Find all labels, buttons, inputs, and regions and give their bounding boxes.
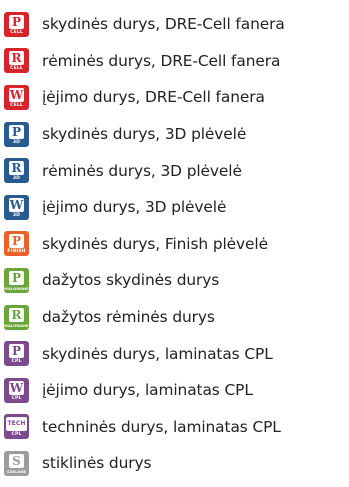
legend-item: W 3D įėjimo durys, 3D plėvelė (4, 189, 347, 226)
badge-letter: P (9, 234, 24, 249)
badge-caption: 3D (12, 176, 21, 182)
badge-caption: FINISH (7, 249, 26, 255)
badge-letter: R (9, 161, 24, 176)
legend-item-label: skydinės durys, laminatas CPL (42, 344, 273, 363)
legend-item-label: techninės durys, laminatas CPL (42, 417, 281, 436)
cpl-entrance-door-icon: W CPL (4, 377, 29, 403)
badge-letter: R (9, 51, 24, 66)
badge-caption: CPL (11, 359, 22, 365)
badge-caption: SZKLANE (6, 469, 27, 474)
legend-item: P 3D skydinės durys, 3D plėvelė (4, 116, 347, 153)
legend-item: P FINISH skydinės durys, Finish plėvelė (4, 226, 347, 263)
legend-item-label: įėjimo durys, DRE-Cell fanera (42, 88, 265, 107)
legend-item-label: įėjimo durys, 3D plėvelė (42, 198, 227, 217)
badge-letter: P (9, 344, 24, 359)
legend-item-label: skydinės durys, DRE-Cell fanera (42, 15, 285, 34)
legend-item: R MALOWANE dažytos rėminės durys (4, 299, 347, 336)
badge-letter: W (9, 87, 24, 102)
legend-item-label: rėminės durys, DRE-Cell fanera (42, 51, 281, 70)
finish-panel-door-icon: P FINISH (4, 231, 29, 257)
cell-entrance-door-icon: W CELL (4, 84, 29, 110)
legend-item-label: rėminės durys, 3D plėvelė (42, 161, 242, 180)
badge-letter: S (9, 453, 24, 468)
painted-frame-door-icon: R MALOWANE (4, 304, 29, 330)
badge-caption: MALOWANE (4, 323, 29, 328)
legend-item: P CELL skydinės durys, DRE-Cell fanera (4, 6, 347, 43)
badge-letter: R (9, 307, 24, 322)
legend-item-label: dažytos rėminės durys (42, 308, 215, 327)
cpl-panel-door-icon: P CPL (4, 341, 29, 367)
3d-panel-door-icon: P 3D (4, 121, 29, 147)
cell-frame-door-icon: R CELL (4, 48, 29, 74)
legend-item-label: dažytos skydinės durys (42, 271, 220, 290)
legend-item: W CPL įėjimo durys, laminatas CPL (4, 372, 347, 409)
badge-caption: 3D (12, 139, 21, 145)
3d-entrance-door-icon: W 3D (4, 194, 29, 220)
badge-letter: W (9, 197, 24, 212)
painted-panel-door-icon: P MALOWANE (4, 267, 29, 293)
legend-item: R CELL rėminės durys, DRE-Cell fanera (4, 43, 347, 80)
badge-letter: W (9, 380, 24, 395)
legend-item: P MALOWANE dažytos skydinės durys (4, 262, 347, 299)
legend-item-label: skydinės durys, Finish plėvelė (42, 234, 268, 253)
legend-item: S SZKLANE stiklinės durys (4, 445, 347, 482)
badge-caption: 3D (12, 212, 21, 218)
badge-caption: MALOWANE (4, 286, 29, 291)
legend-item-label: skydinės durys, 3D plėvelė (42, 125, 247, 144)
cell-panel-door-icon: P CELL (4, 11, 29, 37)
badge-caption: CPL (11, 395, 22, 401)
badge-letter: P (9, 14, 24, 29)
badge-letter: P (9, 270, 24, 285)
badge-letter: TECH (6, 417, 27, 432)
cpl-technical-door-icon: TECH CPL (4, 414, 29, 440)
door-type-legend: P CELL skydinės durys, DRE-Cell fanera R CEL… (4, 6, 347, 482)
3d-frame-door-icon: R 3D (4, 158, 29, 184)
badge-caption: CELL (10, 102, 23, 108)
glass-door-icon: S SZKLANE (4, 450, 29, 476)
legend-item: TECH CPL techninės durys, laminatas CPL (4, 409, 347, 446)
legend-item-label: stiklinės durys (42, 454, 152, 473)
badge-caption: CPL (11, 432, 22, 438)
badge-caption: CELL (10, 29, 23, 35)
badge-letter: P (9, 124, 24, 139)
legend-item: R 3D rėminės durys, 3D plėvelė (4, 152, 347, 189)
legend-item: W CELL įėjimo durys, DRE-Cell fanera (4, 79, 347, 116)
legend-item: P CPL skydinės durys, laminatas CPL (4, 335, 347, 372)
legend-item-label: įėjimo durys, laminatas CPL (42, 381, 253, 400)
badge-caption: CELL (10, 66, 23, 72)
